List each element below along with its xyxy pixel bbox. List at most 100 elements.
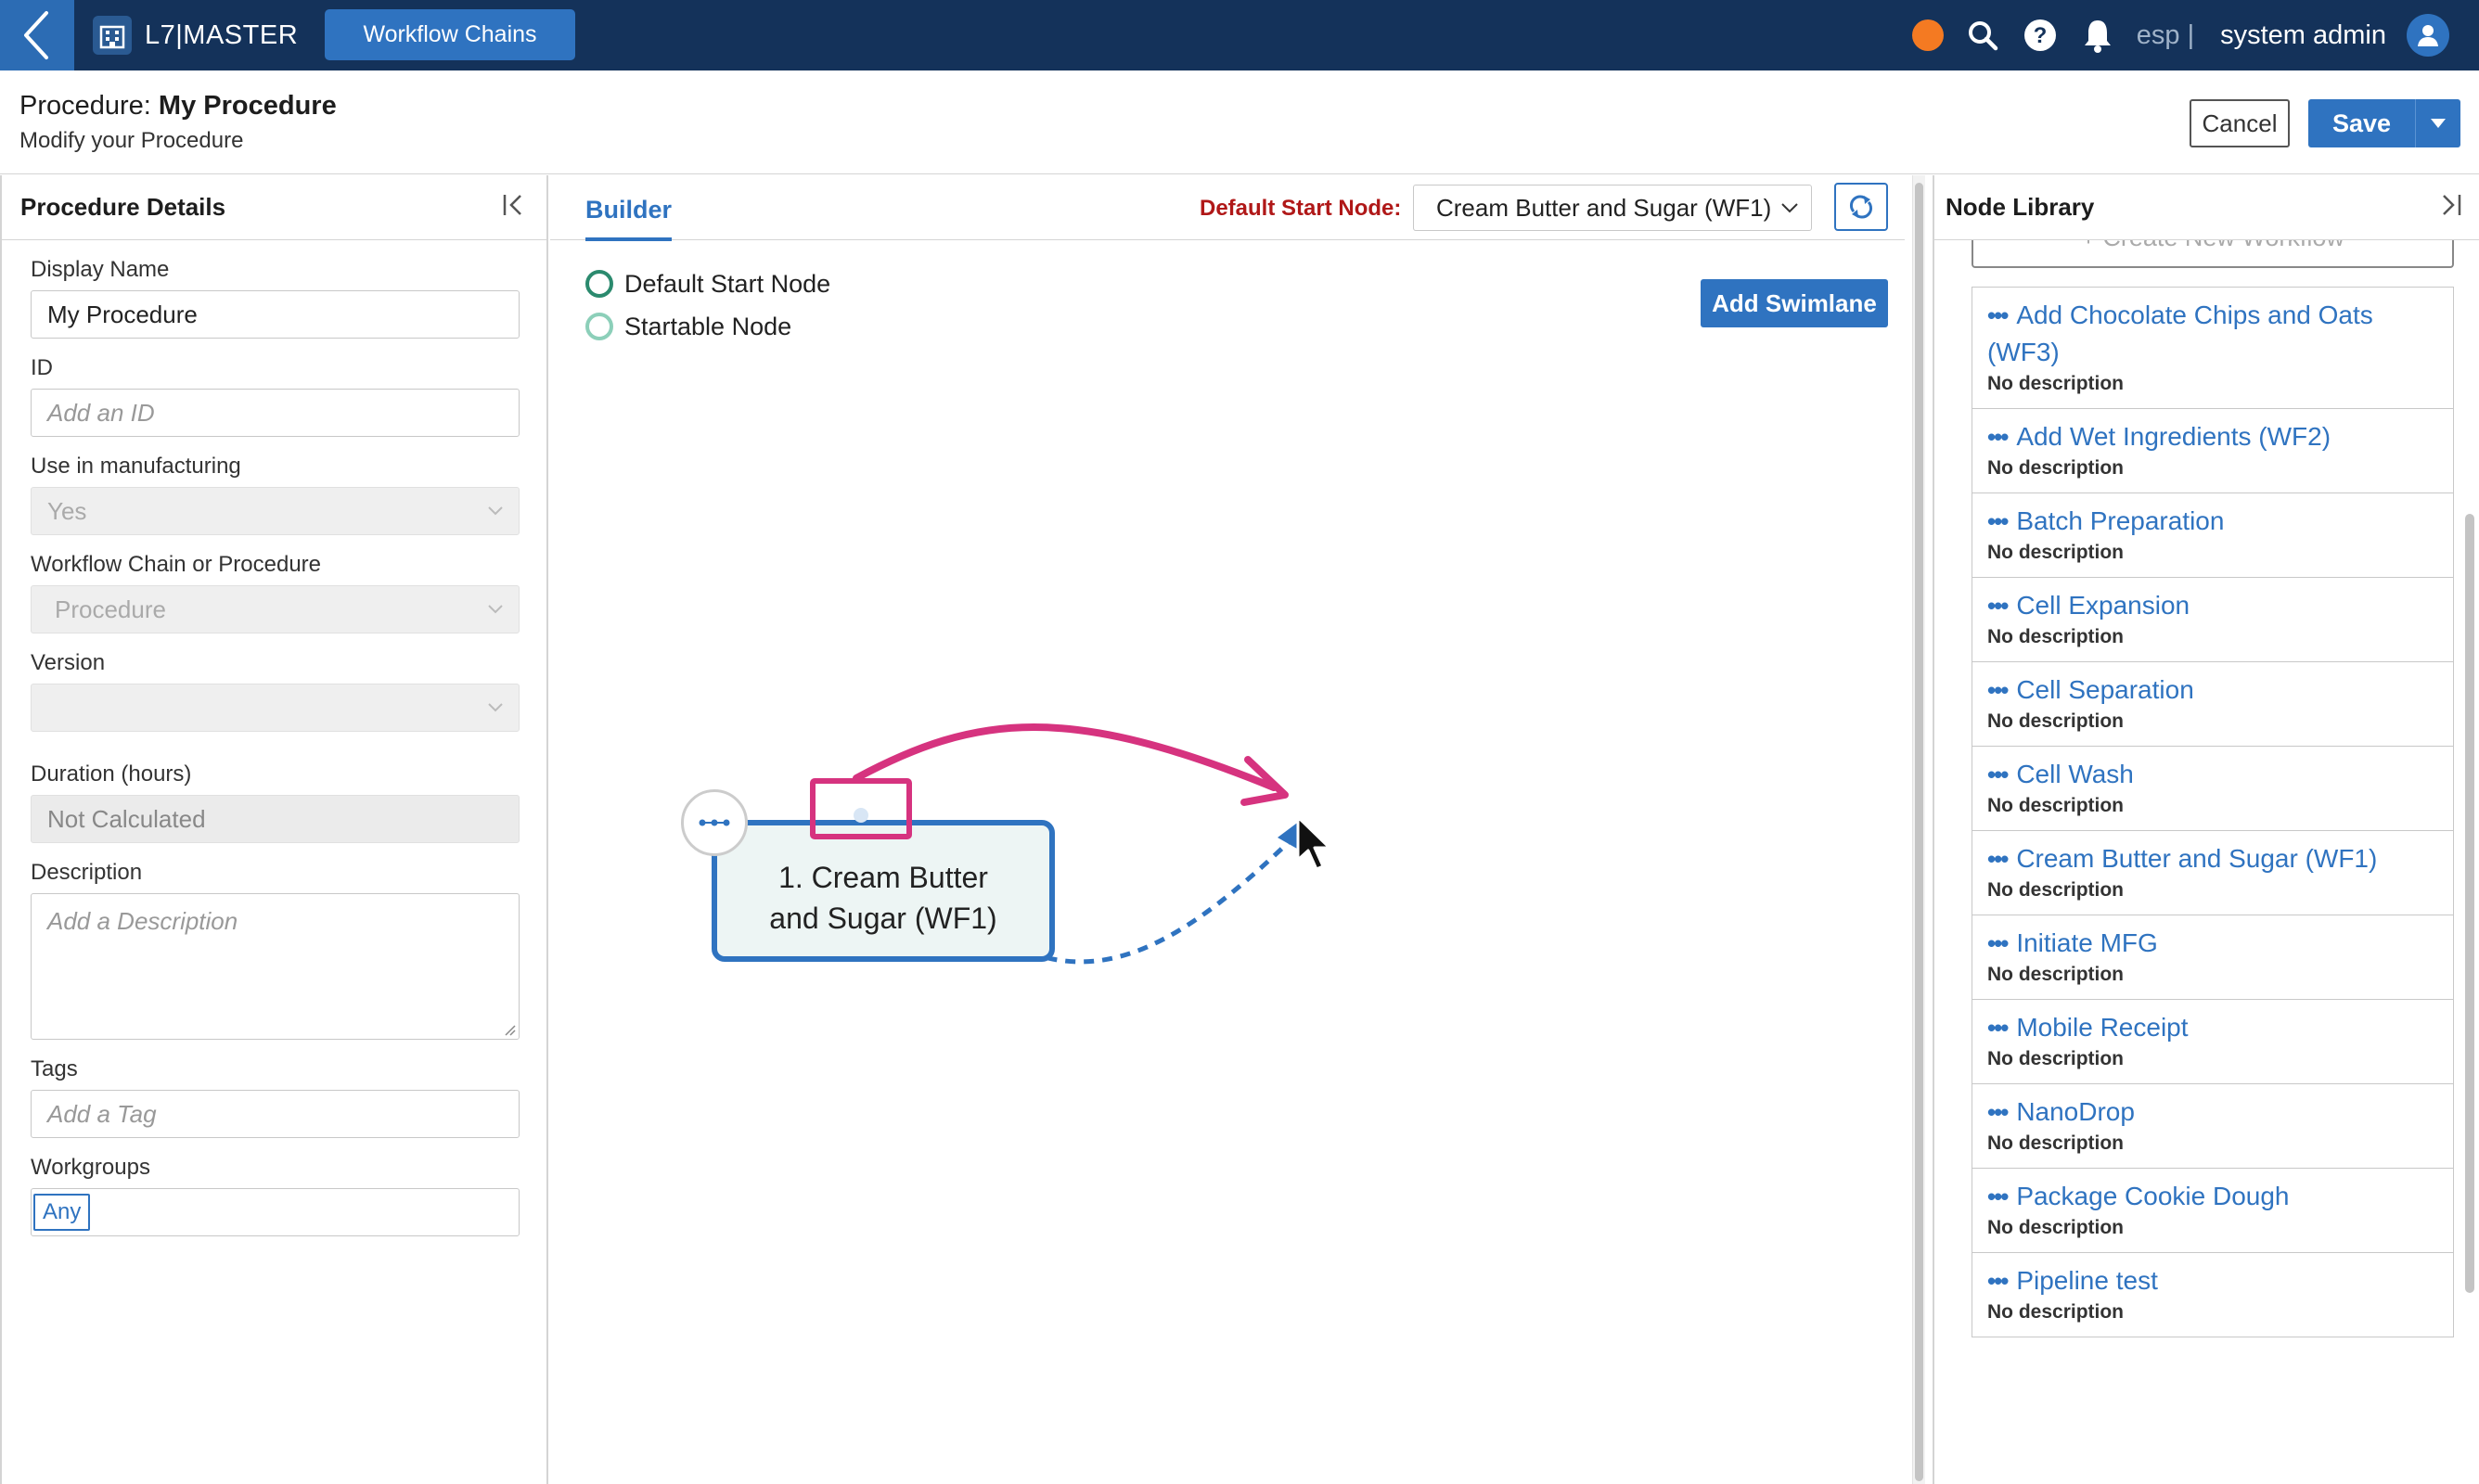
title-bar: Procedure: My Procedure Modify your Proc… [0,70,2479,174]
library-item[interactable]: ••• Cell Separation No description [1972,662,2454,747]
library-item[interactable]: ••• Batch Preparation No description [1972,493,2454,578]
drag-dots-icon[interactable]: ••• [1987,423,2009,451]
library-item[interactable]: ••• Cream Butter and Sugar (WF1) No descri… [1972,831,2454,915]
library-item-title[interactable]: ••• Cell Wash [1987,756,2438,793]
library-item-title[interactable]: ••• Mobile Receipt [1987,1009,2438,1046]
library-item-name: Package Cookie Dough [2016,1182,2290,1210]
library-item-title[interactable]: ••• Package Cookie Dough [1987,1178,2438,1215]
builder-scroll-thumb[interactable] [1915,183,1923,1481]
page-title-name: My Procedure [158,91,337,121]
library-item-title[interactable]: ••• Cell Separation [1987,672,2438,709]
drag-dots-icon[interactable]: ••• [1987,1183,2009,1210]
library-item[interactable]: ••• Initiate MFG No description [1972,915,2454,1000]
library-item-description: No description [1987,542,2125,563]
library-item-name: Initiate MFG [2016,928,2158,957]
drag-dots-icon[interactable]: ••• [1987,301,2009,329]
library-item-title[interactable]: ••• Add Chocolate Chips and Oats (WF3) [1987,297,2438,371]
library-item-name: Cream Butter and Sugar (WF1) [2016,844,2378,873]
node-drag-handle[interactable] [681,789,748,856]
more-dots-icon [699,819,730,826]
library-item[interactable]: ••• Add Chocolate Chips and Oats (WF3) No … [1972,287,2454,409]
node-library-title: Node Library [1946,193,2095,221]
node-library-panel: Node Library + Create New Workflow •••Ad… [1933,175,2479,1484]
version-select[interactable] [31,684,520,732]
save-button[interactable]: Save [2308,99,2416,147]
save-options-dropdown[interactable] [2416,99,2460,147]
building-icon [93,16,132,55]
brand-name: L7|MASTER [145,19,299,50]
library-item-name: Batch Preparation [2016,506,2225,535]
chevron-left-icon [24,11,48,59]
drag-dots-icon[interactable]: ••• [1987,761,2009,788]
builder-scrollbar[interactable] [1912,175,1925,1484]
display-name-label: Display Name [31,257,170,282]
drag-dots-icon[interactable]: ••• [1987,1014,2009,1042]
library-item-description: No description [1987,1301,2125,1323]
drag-dots-icon[interactable]: ••• [1987,929,2009,957]
display-name-input[interactable]: My Procedure [31,290,520,339]
cancel-button[interactable]: Cancel [2190,99,2290,147]
status-indicator[interactable] [1911,19,1944,51]
svg-text:?: ? [2033,23,2047,48]
drag-dots-icon[interactable]: ••• [1987,676,2009,704]
drag-dots-icon[interactable]: ••• [1987,1098,2009,1126]
annotation-highlight-box [810,778,912,839]
help-icon[interactable]: ? [2022,17,2059,54]
library-item[interactable]: ••• Add Wet Ingredients (WF2) No descripti… [1972,409,2454,493]
tags-input[interactable]: Add a Tag [31,1090,520,1138]
library-item[interactable]: ••• Cell Wash No description [1972,747,2454,831]
library-item[interactable]: ••• Package Cookie Dough No description [1972,1169,2454,1253]
caret-down-icon [2431,119,2446,128]
workflow-node[interactable]: 1. Cream Butter and Sugar (WF1) [712,820,1055,962]
nav-tab-workflow-chains[interactable]: Workflow Chains [325,9,575,60]
library-item-title[interactable]: ••• NanoDrop [1987,1094,2438,1131]
library-item[interactable]: ••• NanoDrop No description [1972,1084,2454,1169]
collapse-right-icon[interactable] [2436,192,2464,223]
brand[interactable]: L7|MASTER [93,0,298,70]
workgroups-input[interactable]: Any [31,1188,520,1236]
chevron-down-icon [488,506,503,516]
library-item-name: Mobile Receipt [2016,1013,2189,1042]
library-item[interactable]: ••• Cell Expansion No description [1972,578,2454,662]
library-item-description: No description [1987,710,2125,732]
library-item-title[interactable]: ••• Cell Expansion [1987,587,2438,624]
manufacturing-label: Use in manufacturing [31,454,241,479]
library-item-description: No description [1987,879,2125,901]
save-button-group: Save [2308,99,2460,147]
collapse-left-icon[interactable] [500,192,528,223]
back-button[interactable] [0,0,74,70]
id-input[interactable]: Add an ID [31,389,520,437]
resize-handle-icon[interactable] [505,1025,516,1036]
drag-dots-icon[interactable]: ••• [1987,845,2009,873]
manufacturing-select[interactable]: Yes [31,487,520,535]
workgroup-tag-any[interactable]: Any [33,1194,91,1231]
library-item-title[interactable]: ••• Batch Preparation [1987,503,2438,540]
search-icon[interactable] [1964,17,2001,54]
library-item-title[interactable]: ••• Initiate MFG [1987,925,2438,962]
chain-type-select[interactable]: Procedure [31,585,520,633]
user-avatar-icon[interactable] [2407,14,2449,57]
user-name[interactable]: system admin [2220,20,2386,51]
library-item-title[interactable]: ••• Cream Butter and Sugar (WF1) [1987,840,2438,877]
library-item-description: No description [1987,373,2125,394]
language-switch[interactable]: esp | [2137,20,2194,51]
create-workflow-button[interactable]: + Create New Workflow [1972,240,2454,268]
chevron-down-icon [488,605,503,614]
description-textarea[interactable]: Add a Description [31,893,520,1040]
chevron-down-icon [488,703,503,712]
library-item[interactable]: ••• Pipeline test No description [1972,1253,2454,1337]
manufacturing-value: Yes [47,496,87,525]
drag-dots-icon[interactable]: ••• [1987,592,2009,620]
builder-panel: Builder Default Start Node: Cream Butter… [550,175,1905,1484]
drag-dots-icon[interactable]: ••• [1987,507,2009,535]
library-item-name: Add Wet Ingredients (WF2) [2016,422,2331,451]
library-item-title[interactable]: ••• Pipeline test [1987,1262,2438,1299]
library-item-title[interactable]: ••• Add Wet Ingredients (WF2) [1987,418,2438,455]
library-scrollbar[interactable] [2460,240,2479,1484]
library-scroll-thumb[interactable] [2465,514,2474,1293]
library-item-name: Cell Expansion [2016,591,2190,620]
library-item-description: No description [1987,795,2125,816]
drag-dots-icon[interactable]: ••• [1987,1267,2009,1295]
library-item[interactable]: ••• Mobile Receipt No description [1972,1000,2454,1084]
bell-icon[interactable] [2079,17,2116,54]
